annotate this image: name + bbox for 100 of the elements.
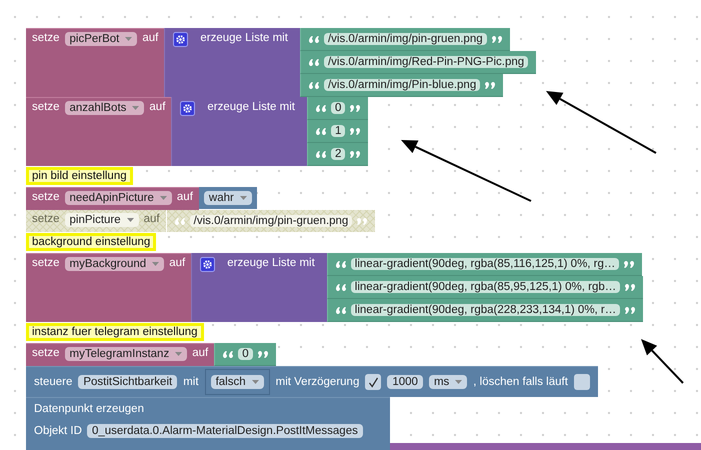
- boolean-block[interactable]: wahr: [198, 187, 257, 209]
- block-label: auf: [192, 347, 208, 359]
- gear-icon[interactable]: [180, 101, 196, 116]
- variable-dropdown[interactable]: picPerBot: [64, 32, 138, 46]
- quote-icon: [258, 350, 268, 358]
- quote-icon: [336, 284, 346, 290]
- comment-block[interactable]: pin bild einstellung: [26, 167, 133, 185]
- text-field[interactable]: 0: [330, 102, 346, 114]
- block-label: steuere: [34, 376, 72, 388]
- text-field[interactable]: /vis.0/armin/img/Pin-blue.png: [324, 79, 480, 91]
- comment-block[interactable]: instanz fuer telegram einstellung: [26, 323, 204, 341]
- block-label: auf: [142, 32, 158, 44]
- quote-icon: [308, 58, 319, 66]
- state-field[interactable]: PostitSichtbarkeit: [78, 375, 178, 389]
- unit-dropdown[interactable]: ms: [428, 375, 468, 389]
- gear-icon[interactable]: [173, 32, 188, 47]
- comment-block[interactable]: background einstellung: [26, 233, 156, 251]
- caret-icon: [126, 218, 134, 222]
- block-label: setze: [32, 213, 60, 225]
- quote-icon: [357, 218, 368, 224]
- block-label: setze: [32, 32, 60, 44]
- checkbox[interactable]: [574, 374, 590, 390]
- caret-icon: [125, 37, 132, 41]
- block-label: setze: [32, 101, 60, 113]
- create-datapoint-block[interactable]: Datenpunkt erzeugen Objekt ID 0_userdata.0.Alarm-MaterialDesign.PostItMessages: [26, 397, 390, 450]
- text-block[interactable]: /vis.0/armin/img/Red-Pin-PNG-Pic.png: [300, 51, 536, 74]
- quote-icon: [624, 260, 634, 268]
- quote-icon: [316, 150, 326, 158]
- block-label: erzeuge Liste mit: [200, 32, 288, 44]
- quote-icon: [308, 36, 319, 42]
- quote-icon: [350, 128, 360, 134]
- block-label: Objekt ID: [34, 425, 82, 437]
- create-list-block[interactable]: erzeuge Liste mit: [171, 97, 307, 166]
- set-variable-block[interactable]: setze anzahlBots auf: [26, 97, 172, 166]
- variable-dropdown[interactable]: myTelegramInstanz: [64, 347, 188, 361]
- quote-icon: [350, 150, 360, 158]
- caret-icon: [240, 196, 247, 200]
- variable-dropdown[interactable]: needApinPicture: [64, 191, 172, 205]
- text-block[interactable]: linear-gradient(90deg, rgba(85,116,125,1) 0%, rg…: [326, 253, 642, 276]
- text-field[interactable]: /vis.0/armin/img/pin-gruen.png: [324, 33, 487, 45]
- block-label: auf: [169, 257, 186, 269]
- text-block[interactable]: /vis.0/armin/img/pin-gruen.png: [300, 28, 510, 51]
- text-field[interactable]: 2: [330, 148, 346, 160]
- caret-icon: [152, 262, 160, 266]
- quote-icon: [316, 104, 326, 112]
- quote-icon: [174, 218, 185, 224]
- number-field[interactable]: 1000: [387, 375, 423, 389]
- block-label: Datenpunkt erzeugen: [34, 403, 144, 415]
- create-list-block[interactable]: erzeuge Liste mit: [191, 253, 327, 322]
- block-label: auf: [144, 213, 160, 225]
- quote-icon: [625, 284, 636, 290]
- text-field[interactable]: 1: [330, 125, 346, 137]
- text-block[interactable]: linear-gradient(90deg, rgba(85,95,125,1) 0%, rgb…: [326, 276, 644, 299]
- text-block[interactable]: /vis.0/armin/img/Pin-blue.png: [300, 74, 504, 97]
- create-list-block[interactable]: erzeuge Liste mit: [164, 28, 300, 97]
- caret-icon: [252, 380, 259, 384]
- quote-icon: [308, 82, 319, 88]
- quote-icon: [336, 306, 346, 314]
- boolean-dropdown[interactable]: falsch: [210, 375, 264, 389]
- caret-icon: [175, 352, 182, 356]
- text-block[interactable]: 1: [306, 120, 368, 143]
- caret-icon: [455, 380, 462, 384]
- block-label: setze: [32, 347, 60, 359]
- checkbox[interactable]: [365, 374, 382, 390]
- text-block[interactable]: 0: [214, 343, 276, 366]
- object-id-field[interactable]: 0_userdata.0.Alarm-MaterialDesign.PostItMessages: [86, 424, 363, 438]
- set-variable-block[interactable]: setze myBackground auf: [26, 253, 192, 322]
- block-label: auf: [176, 191, 193, 203]
- set-variable-block[interactable]: setze picPerBot auf: [26, 28, 164, 97]
- text-field[interactable]: /vis.0/armin/img/Red-Pin-PNG-Pic.png: [324, 56, 528, 68]
- boolean-block[interactable]: falsch: [204, 369, 270, 395]
- set-variable-block[interactable]: setze needApinPicture auf: [26, 187, 199, 210]
- block-label: setze: [32, 191, 60, 203]
- block-label: , löschen falls läuft: [473, 376, 568, 388]
- block-label: erzeuge Liste mit: [227, 257, 315, 269]
- text-field[interactable]: 0: [238, 348, 253, 360]
- arrow: [641, 339, 684, 384]
- quote-icon: [223, 350, 234, 358]
- control-block[interactable]: steuere PostitSichtbarkeit mit falsch mit Verzögerung 1000 ms , löschen falls läuft: [26, 366, 598, 397]
- quote-icon: [625, 306, 636, 314]
- quote-icon: [485, 82, 496, 88]
- variable-dropdown[interactable]: myBackground: [64, 257, 164, 271]
- block-label: mit Verzögerung: [276, 376, 360, 388]
- block-label: setze: [32, 257, 60, 269]
- caret-icon: [132, 106, 140, 110]
- text-field[interactable]: linear-gradient(90deg, rgba(85,95,125,1) 0%, rgb…: [350, 281, 620, 293]
- block-label: mit: [183, 376, 199, 388]
- gear-icon[interactable]: [200, 257, 216, 272]
- set-variable-block[interactable]: setze myTelegramInstanz auf: [26, 343, 214, 366]
- block-label: erzeuge Liste mit: [207, 101, 295, 113]
- quote-icon: [316, 128, 326, 134]
- caret-icon: [160, 196, 167, 200]
- text-block[interactable]: 0: [306, 97, 368, 120]
- variable-dropdown[interactable]: anzahlBots: [64, 101, 144, 115]
- text-block[interactable]: linear-gradient(90deg, rgba(228,233,134,1) 0%, r…: [326, 299, 644, 322]
- text-field[interactable]: linear-gradient(90deg, rgba(228,233,134,1) 0%, r…: [350, 304, 620, 316]
- boolean-dropdown[interactable]: wahr: [204, 191, 252, 205]
- text-block[interactable]: 2: [306, 143, 368, 166]
- block-label: auf: [149, 101, 166, 113]
- text-field[interactable]: linear-gradient(90deg, rgba(85,116,125,1) 0%, rg…: [350, 258, 620, 270]
